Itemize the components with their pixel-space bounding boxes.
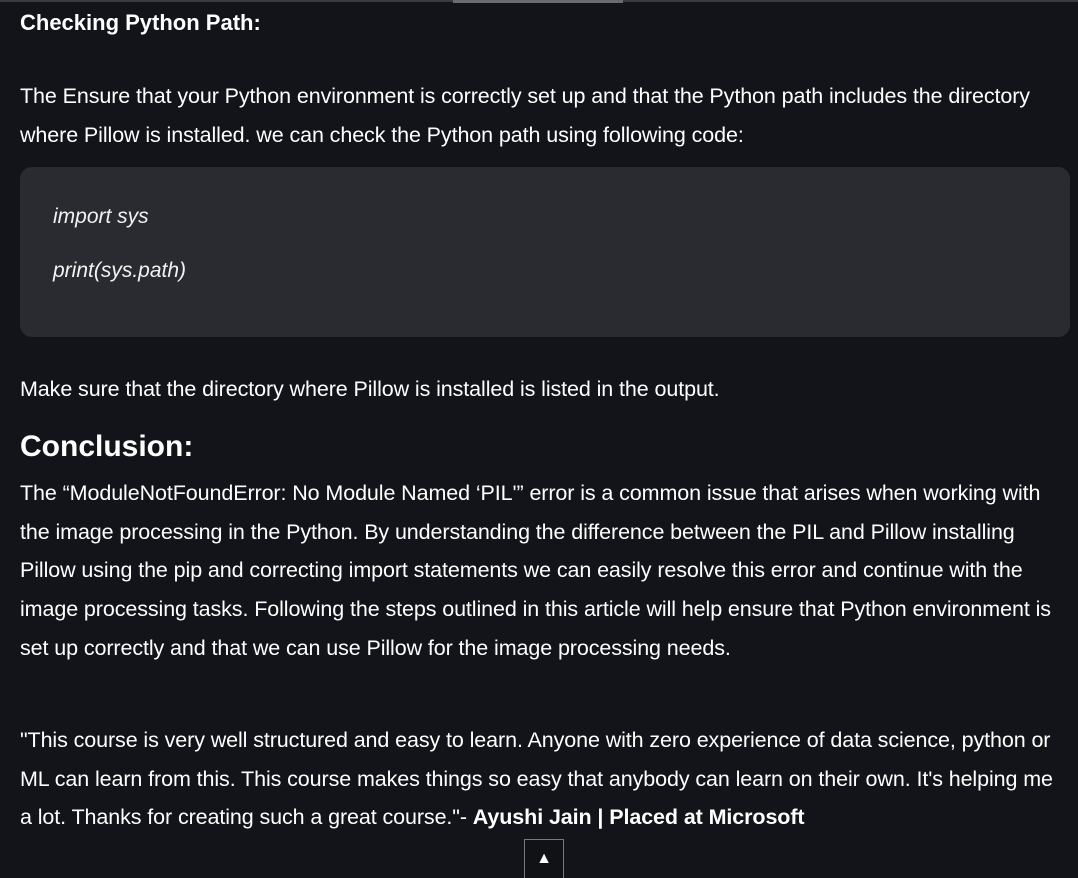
conclusion-heading: Conclusion: [20,430,194,463]
code-line: import sys [53,205,149,228]
top-divider-accent [453,0,623,3]
code-line: print(sys.path) [53,259,187,282]
after-code-paragraph: Make sure that the directory where Pillo… [20,377,720,401]
arrow-up-icon: ▲ [536,850,552,867]
scroll-to-top-button[interactable]: ▲ [524,839,564,878]
code-block: import sys print(sys.path) [20,167,1070,337]
testimonial-author: Ayushi Jain | Placed at Microsoft [472,805,805,830]
article-page: Checking Python Path: The Ensure that yo… [0,0,1078,878]
python-path-paragraph: The Ensure that your Python environment … [20,84,1030,147]
testimonial: "This course is very well structured and… [20,721,1070,837]
conclusion-paragraph: The “ModuleNotFoundError: No Module Name… [20,481,1051,660]
python-path-heading: Checking Python Path: [20,10,261,35]
